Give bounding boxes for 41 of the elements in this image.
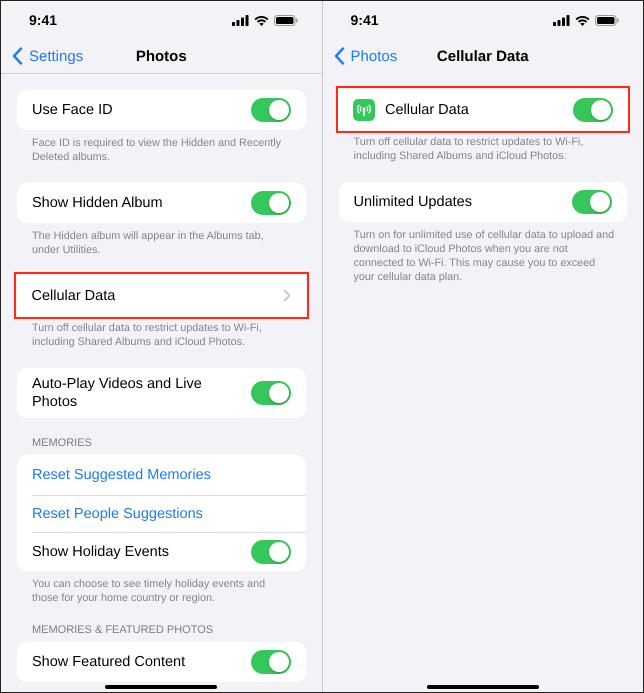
action-link[interactable]: Reset People Suggestions [32, 505, 203, 523]
wifi-icon [254, 14, 268, 26]
row-label: Show Featured Content [32, 653, 186, 671]
back-button[interactable]: Photos [334, 47, 398, 65]
row-label: Show Holiday Events [32, 543, 170, 561]
footer-note: Turn on for unlimited use of cellular data to upload and download to iCloud Photos when you are not connected to Wi-Fi. This may cause you to exceed your cellular data plan. [352, 228, 616, 284]
section-header: MEMORIES [31, 437, 93, 451]
back-chevron-icon [12, 47, 23, 65]
signal-icon [553, 14, 570, 26]
footer-note: You can choose to see timely holiday events and those for your home country or region. [31, 577, 266, 605]
chevron-icon [283, 289, 291, 302]
back-chevron-icon [334, 47, 344, 65]
footer-note: Face ID is required to view the Hidden and Recently Deleted albums. [31, 136, 282, 164]
status-time: 9:41 [350, 12, 379, 28]
toggle-switch[interactable] [572, 190, 612, 214]
footer-note: Turn off cellular data to restrict updates to Wi-Fi, including Shared Albums and iCloud Photos. [352, 135, 584, 163]
nav-title: Photos [136, 48, 187, 64]
toggle-switch[interactable] [250, 650, 290, 674]
nav-title: Cellular Data [436, 48, 529, 64]
toggle-switch[interactable] [250, 191, 290, 215]
battery-icon [595, 14, 619, 26]
section-header: MEMORIES & FEATURED PHOTOS [31, 624, 214, 638]
footer-note: The Hidden album will appear in the Albums tab, under Utilities. [31, 229, 265, 257]
battery-icon [274, 14, 298, 26]
antenna-icon [353, 98, 375, 120]
row-label: Show Hidden Album [32, 194, 164, 212]
wifi-icon [575, 14, 590, 26]
back-button[interactable]: Settings [12, 47, 84, 65]
signal-icon [232, 14, 248, 26]
row-label: Cellular Data [32, 286, 116, 304]
row-label: Use Face ID [32, 101, 114, 119]
footer-note: Turn off cellular data to restrict updates to Wi-Fi, including Shared Albums and iCloud Photos. [31, 321, 263, 349]
toggle-switch[interactable] [250, 381, 290, 405]
row-label: Auto-Play Videos and Live Photos [32, 375, 203, 411]
toggle-switch[interactable] [572, 98, 612, 122]
row-label: Unlimited Updates [354, 193, 473, 211]
action-link[interactable]: Reset Suggested Memories [32, 466, 211, 484]
status-time: 9:41 [29, 12, 58, 28]
toggle-switch[interactable] [250, 98, 290, 122]
row-label: Cellular Data [385, 100, 470, 118]
toggle-switch[interactable] [250, 540, 290, 564]
